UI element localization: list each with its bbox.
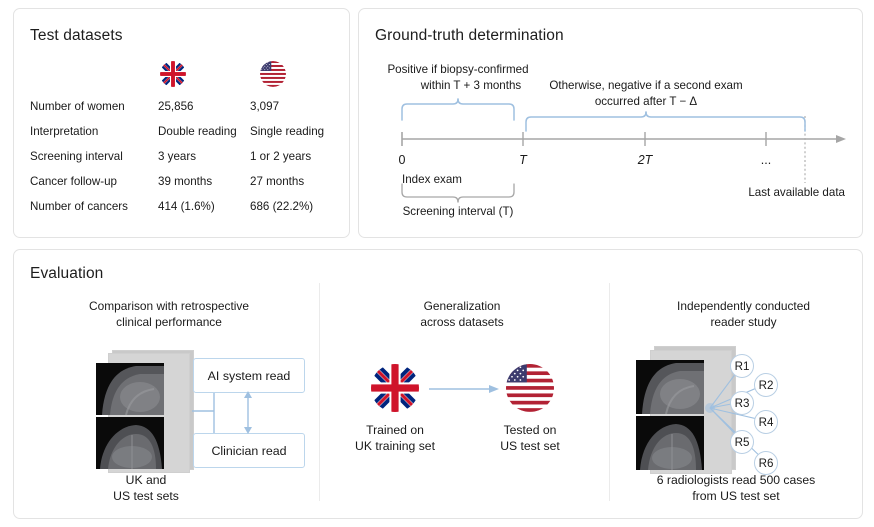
reader-label: R3: [735, 397, 750, 410]
reader-circle-r1: R1: [730, 354, 754, 378]
axis-tick-ellipsis: ...: [761, 153, 771, 167]
negative-label-line2: occurred after T − Δ: [595, 95, 698, 108]
last-available-data-label: Last available data: [748, 186, 845, 199]
row-us-value: 27 months: [250, 175, 304, 188]
ai-system-read-box[interactable]: AI system read: [193, 358, 305, 393]
us-flag-icon: [260, 61, 286, 87]
timeline-axis: [402, 132, 846, 146]
tested-on-caption: Tested on US test set: [472, 422, 588, 454]
reader-label: R5: [735, 436, 750, 449]
reader-label: R2: [759, 379, 774, 392]
section-divider: [609, 283, 610, 501]
us-flag-icon: [506, 364, 554, 412]
uk-flag-icon: [160, 61, 186, 87]
row-us-value: 686 (22.2%): [250, 200, 313, 213]
positive-bracket: [402, 99, 514, 120]
generalization-heading-line2: across datasets: [352, 315, 572, 331]
test-datasets-panel: Test datasets: [13, 8, 350, 238]
axis-tick-2T: 2T: [637, 153, 654, 167]
axis-tick-0: 0: [399, 153, 406, 167]
comparison-heading-line1: Comparison with retrospective: [39, 299, 299, 315]
negative-label-line1: Otherwise, negative if a second exam: [549, 79, 742, 92]
row-uk-value: Double reading: [158, 125, 250, 138]
row-label: Interpretation: [30, 125, 158, 138]
table-row: Number of women 25,856 3,097: [30, 94, 324, 119]
row-uk-value: 39 months: [158, 175, 250, 188]
generalization-heading: Generalization across datasets: [352, 299, 572, 330]
caption-line2: US test sets: [66, 488, 226, 504]
axis-tick-T: T: [519, 153, 528, 167]
screening-interval-label: Screening interval (T): [403, 205, 514, 218]
row-label: Number of cancers: [30, 200, 158, 213]
positive-label-line2: within T + 3 months: [420, 79, 522, 92]
comparison-double-arrow: [242, 391, 256, 434]
reader-circle-r3: R3: [730, 391, 754, 415]
ground-truth-timeline: Positive if biopsy-confirmed within T + …: [358, 8, 861, 236]
caption-line1: Trained on: [335, 422, 455, 438]
row-label: Cancer follow-up: [30, 175, 158, 188]
page-title: Test datasets: [30, 27, 123, 45]
reader-study-heading-line2: reader study: [626, 315, 861, 331]
uk-us-test-sets-caption: UK and US test sets: [66, 472, 226, 504]
reader-circle-r2: R2: [754, 373, 778, 397]
row-uk-value: 25,856: [158, 100, 250, 113]
clinician-read-box[interactable]: Clinician read: [193, 433, 305, 468]
index-exam-label: Index exam: [402, 173, 462, 186]
caption-line1: Tested on: [472, 422, 588, 438]
clinician-read-label: Clinician read: [211, 444, 286, 458]
comparison-heading: Comparison with retrospective clinical p…: [39, 299, 299, 330]
reader-label: R1: [735, 360, 750, 373]
screening-interval-bracket: [402, 184, 514, 202]
generalization-heading-line1: Generalization: [352, 299, 572, 315]
table-row: Cancer follow-up 39 months 27 months: [30, 169, 324, 194]
generalization-arrow: [429, 382, 501, 396]
ai-system-read-label: AI system read: [208, 369, 291, 383]
caption-line1: 6 radiologists read 500 cases: [606, 472, 866, 488]
row-label: Screening interval: [30, 150, 158, 163]
caption-line1: UK and: [66, 472, 226, 488]
positive-label-line1: Positive if biopsy-confirmed: [387, 63, 528, 76]
reader-label: R4: [759, 416, 774, 429]
caption-line2: US test set: [472, 438, 588, 454]
reader-circle-r5: R5: [730, 430, 754, 454]
comparison-heading-line2: clinical performance: [39, 315, 299, 331]
reader-study-heading-line1: Independently conducted: [626, 299, 861, 315]
row-us-value: 1 or 2 years: [250, 150, 311, 163]
caption-line2: UK training set: [335, 438, 455, 454]
reader-study-heading: Independently conducted reader study: [626, 299, 861, 330]
row-us-value: 3,097: [250, 100, 279, 113]
evaluation-panel: Evaluation Comparison with retrospective…: [13, 249, 863, 519]
row-us-value: Single reading: [250, 125, 324, 138]
negative-bracket: [526, 112, 805, 131]
reader-label: R6: [759, 457, 774, 470]
caption-line2: from US test set: [606, 488, 866, 504]
row-uk-value: 414 (1.6%): [158, 200, 250, 213]
uk-flag-icon: [371, 364, 419, 412]
reader-study-caption: 6 radiologists read 500 cases from US te…: [606, 472, 866, 504]
row-uk-value: 3 years: [158, 150, 250, 163]
trained-on-caption: Trained on UK training set: [335, 422, 455, 454]
reader-circle-r4: R4: [754, 410, 778, 434]
table-row: Number of cancers 414 (1.6%) 686 (22.2%): [30, 194, 324, 219]
datasets-table: Number of women 25,856 3,097 Interpretat…: [30, 94, 324, 219]
table-row: Interpretation Double reading Single rea…: [30, 119, 324, 144]
row-label: Number of women: [30, 100, 158, 113]
evaluation-title: Evaluation: [30, 265, 103, 283]
table-row: Screening interval 3 years 1 or 2 years: [30, 144, 324, 169]
